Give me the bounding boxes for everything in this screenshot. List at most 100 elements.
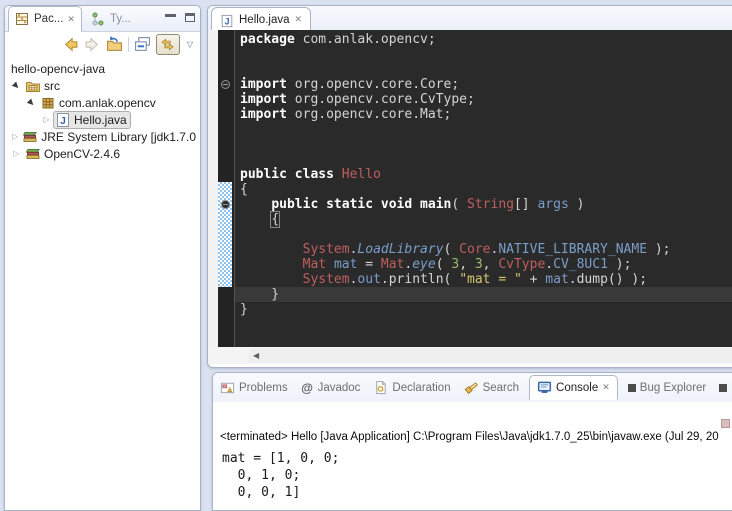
tab-type-hierarchy[interactable]: Ty...	[85, 7, 137, 31]
fold-collapse-icon[interactable]	[221, 200, 230, 209]
editor-horizontal-scrollbar[interactable]: ◀	[208, 347, 732, 364]
java-file-icon: J	[55, 112, 71, 128]
tab-declaration[interactable]: Declaration	[370, 376, 453, 399]
collapse-arrow-icon[interactable]: ▶	[9, 78, 25, 94]
console-output[interactable]: mat = [1, 0, 0; 0, 1, 0; 0, 0, 1]	[222, 450, 339, 501]
code-line: {	[240, 182, 732, 197]
code-line	[240, 47, 732, 62]
code-line	[240, 152, 732, 167]
code-line: }	[240, 287, 732, 302]
search-icon	[464, 380, 479, 395]
tree-item-content: hello-opencv-java	[9, 60, 109, 78]
code-line: {	[240, 212, 732, 227]
tree-item-content: com.anlak.opencv	[38, 94, 160, 112]
annotation-ruler	[208, 30, 218, 347]
tree-item-content: src	[23, 77, 64, 95]
editor-panel: J Hello.java ✕ package com.anlak.opencv;…	[207, 5, 732, 368]
close-icon[interactable]: ✕	[295, 15, 303, 24]
source-folder-icon	[25, 78, 41, 94]
console-icon	[537, 380, 552, 395]
explorer-tab-bar: Pac... ✕ Ty...	[5, 6, 200, 32]
tree-item-hello-java[interactable]: ▷ J Hello.java	[5, 111, 200, 128]
tree-item-content: JRE System Library [jdk1.7.0	[20, 128, 200, 146]
svg-text:J: J	[60, 116, 66, 127]
tab-search[interactable]: Search	[461, 376, 522, 399]
explorer-toolbar: ▽	[5, 32, 200, 57]
javadoc-icon: @	[301, 381, 314, 395]
package-explorer-icon	[14, 11, 30, 27]
tree-item-label: com.anlak.opencv	[59, 96, 156, 110]
tree-item-src[interactable]: ▶src	[5, 77, 200, 94]
tree-item-jre-system-library-jdk1-7-0[interactable]: ▷ JRE System Library [jdk1.7.0	[5, 128, 200, 145]
tab-package-explorer[interactable]: Pac... ✕	[8, 6, 82, 32]
eclipse-window: Pac... ✕ Ty...	[0, 0, 732, 511]
code-line	[240, 62, 732, 77]
tree-item-label: Hello.java	[74, 113, 127, 127]
view-menu-icon[interactable]: ▽	[185, 40, 195, 49]
expand-arrow-icon[interactable]: ▷	[10, 132, 20, 141]
package-icon	[40, 95, 56, 111]
bug-square-icon	[628, 384, 636, 392]
svg-text:J: J	[225, 16, 230, 26]
close-icon[interactable]: ✕	[602, 383, 610, 392]
console-panel: Problems @Javadoc Declaration Search Console…	[212, 372, 732, 511]
tab-console[interactable]: Console ✕	[529, 375, 618, 400]
tab-bug-explorer[interactable]: Bug Explorer	[625, 378, 709, 398]
code-line	[240, 122, 732, 137]
minimize-icon[interactable]	[165, 14, 176, 17]
code-line: System.LoadLibrary( Core.NATIVE_LIBRARY_…	[240, 242, 732, 257]
up-icon[interactable]	[106, 36, 123, 53]
tree-item-hello-opencv-java[interactable]: hello-opencv-java	[5, 60, 200, 77]
expand-arrow-icon[interactable]: ▷	[40, 115, 53, 124]
code-line: Mat mat = Mat.eye( 3, 3, CvType.CV_8UC1 …	[240, 257, 732, 272]
tab-label: Bug Explorer	[640, 382, 706, 394]
tree-item-com-anlak-opencv[interactable]: ▶ com.anlak.opencv	[5, 94, 200, 111]
bottom-view-tab-bar: Problems @Javadoc Declaration Search Console…	[213, 373, 732, 402]
console-status-line: <terminated> Hello [Java Application] C:…	[220, 431, 732, 443]
collapse-all-icon[interactable]	[134, 36, 151, 53]
view-window-buttons	[165, 13, 195, 22]
link-with-editor-button[interactable]	[156, 34, 180, 55]
console-toolbar-fragment-icon[interactable]	[721, 419, 730, 428]
forward-icon[interactable]	[84, 36, 101, 53]
editor-body: package com.anlak.opencv;import org.open…	[208, 30, 732, 347]
code-line: public static void main( String[] args )	[240, 197, 732, 212]
tree-item-label: OpenCV-2.4.6	[44, 147, 120, 161]
scrollbar-track[interactable]: ◀	[249, 348, 732, 363]
tab-hello-java[interactable]: J Hello.java ✕	[211, 7, 311, 31]
maximize-icon[interactable]	[185, 13, 195, 22]
code-line: import org.opencv.core.CvType;	[240, 92, 732, 107]
tree-item-label: hello-opencv-java	[11, 62, 105, 76]
tab-javadoc[interactable]: @Javadoc	[298, 377, 364, 399]
collapse-arrow-icon[interactable]: ▶	[24, 95, 40, 111]
back-icon[interactable]	[62, 36, 79, 53]
tree-item-content: J Hello.java	[53, 111, 131, 129]
code-line: public class Hello	[240, 167, 732, 182]
expand-arrow-icon[interactable]: ▷	[10, 149, 23, 158]
tree-item-label: JRE System Library [jdk1.7.0	[41, 130, 196, 144]
type-hierarchy-icon	[90, 11, 106, 27]
project-tree: hello-opencv-java▶src▶com.anlak.opencv▷J…	[5, 57, 200, 162]
tab-label: Console	[556, 382, 598, 394]
tab-label: Search	[483, 382, 519, 394]
tab-label: Ty...	[110, 13, 131, 25]
bug-square-icon	[719, 384, 727, 392]
tree-item-opencv-2-4-6[interactable]: ▷ OpenCV-2.4.6	[5, 145, 200, 162]
toolbar-separator	[128, 37, 129, 52]
code-editor[interactable]: package com.anlak.opencv;import org.open…	[234, 30, 732, 347]
code-line: import org.opencv.core.Mat;	[240, 107, 732, 122]
tab-label: Pac...	[34, 13, 63, 25]
fold-collapse-icon[interactable]	[221, 80, 230, 89]
package-explorer-panel: Pac... ✕ Ty...	[4, 5, 201, 511]
library-icon	[25, 146, 41, 162]
tab-label: Problems	[239, 382, 288, 394]
code-line	[240, 137, 732, 152]
folding-ruler	[218, 30, 234, 347]
library-icon	[22, 129, 38, 145]
tab-bug[interactable]: Bug	[716, 378, 732, 398]
scroll-left-arrow-icon[interactable]: ◀	[249, 351, 259, 360]
close-icon[interactable]: ✕	[67, 15, 75, 24]
code-line: System.out.println( "mat = " + mat.dump(…	[240, 272, 732, 287]
tree-item-content: OpenCV-2.4.6	[23, 145, 124, 163]
tab-problems[interactable]: Problems	[217, 376, 291, 399]
